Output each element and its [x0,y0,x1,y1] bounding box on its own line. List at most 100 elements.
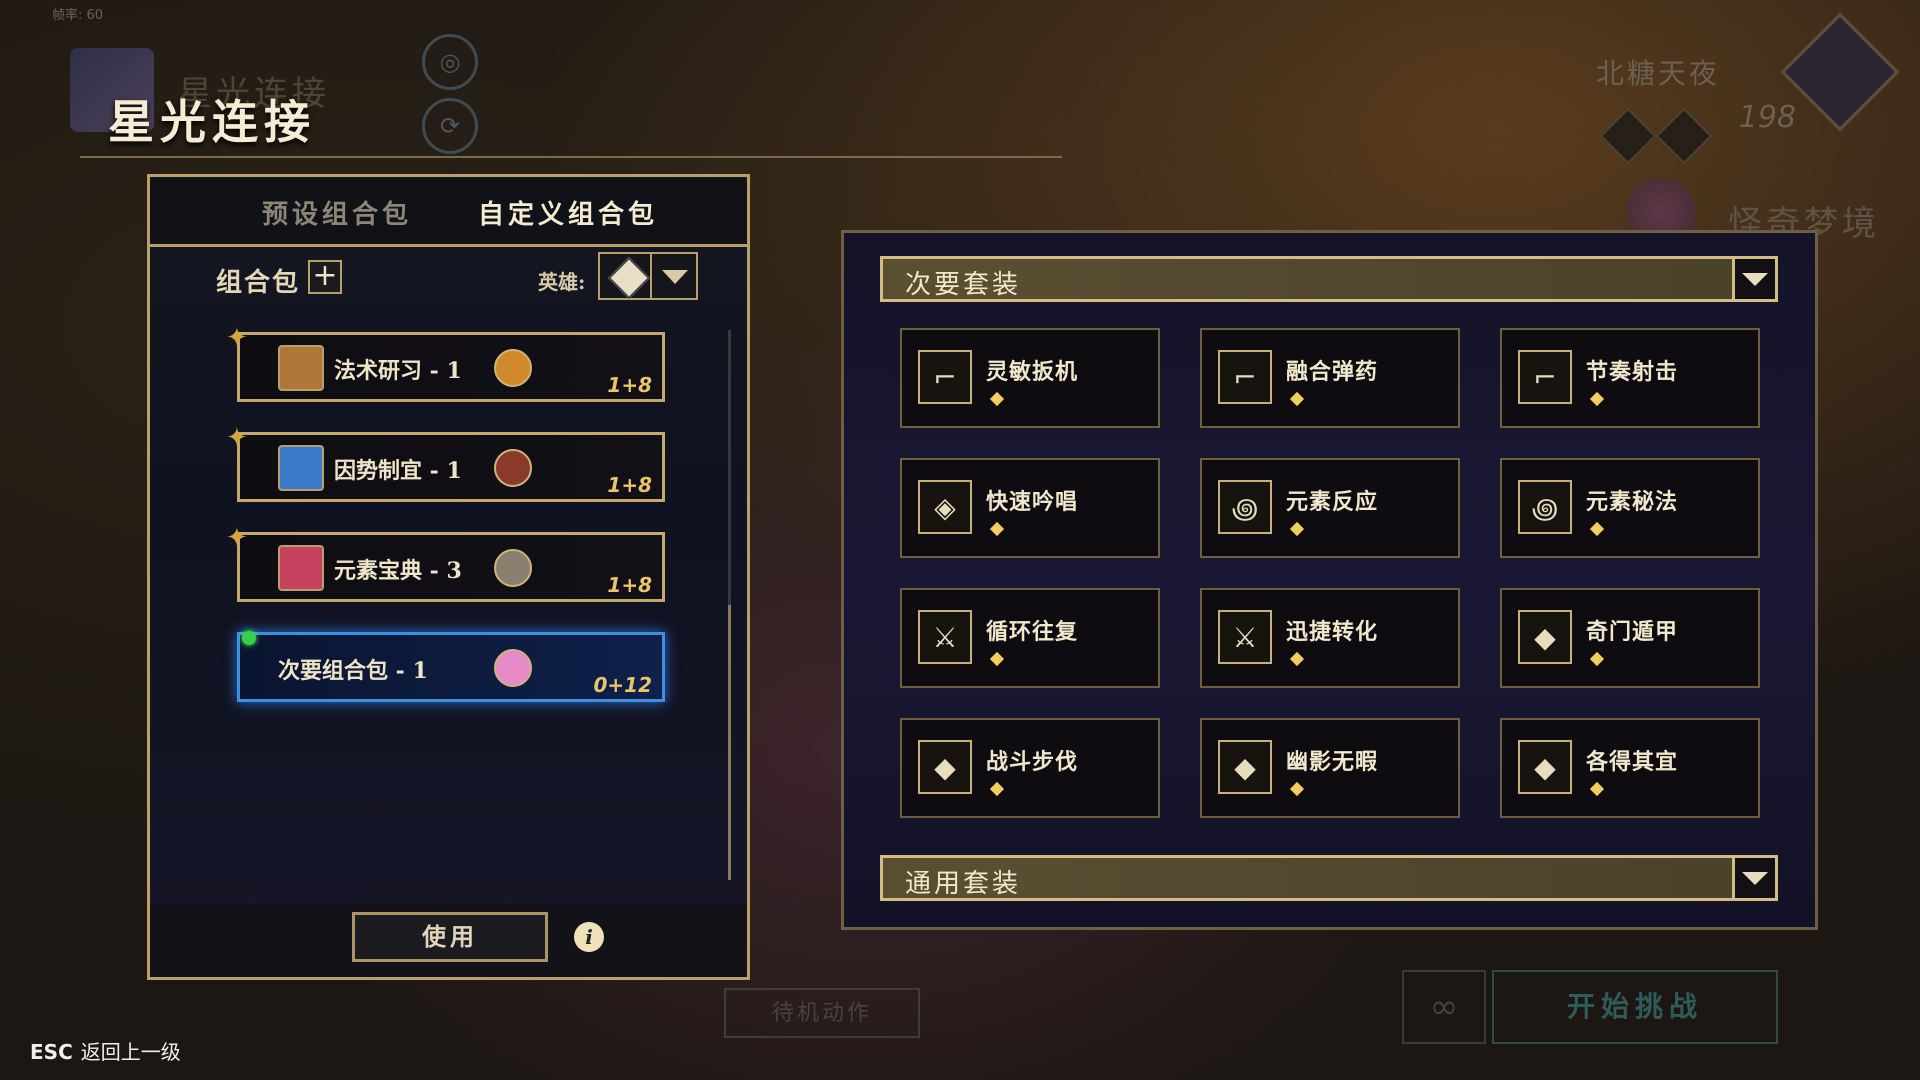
pack-count: 1+8 [607,373,652,397]
set-item[interactable]: ꩜ 元素反应 [1200,458,1460,558]
set-name: 循环往复 [986,619,1079,645]
dropdown-divider [650,254,652,298]
gem-icon [1289,781,1305,797]
diamond-icon: ◆ [918,740,972,794]
star-corner-icon: ✦ [226,423,248,453]
gem-icon [989,391,1005,407]
set-item[interactable]: ꩜ 元素秘法 [1500,458,1760,558]
set-item[interactable]: ◆ 幽影无暇 [1200,718,1460,818]
pack-image [278,445,324,491]
pack-name: 次要组合包 - 1 [278,658,428,684]
fps-counter: 帧率: 60 [52,8,104,23]
set-item[interactable]: ◈ 快速吟唱 [900,458,1160,558]
set-name: 幽影无暇 [1286,749,1379,775]
pack-name: 因势制宜 - 1 [334,458,462,484]
blade-icon: ⚔ [918,610,972,664]
swirl-icon: ꩜ [1218,480,1272,534]
pack-image [278,345,324,391]
chevron-down-icon[interactable] [1732,858,1775,898]
pack-name: 元素宝典 - 3 [334,558,462,584]
skill-icon [1655,107,1713,165]
hero-avatar [494,349,532,387]
pack-count: 1+8 [607,573,652,597]
set-name: 灵敏扳机 [986,359,1079,385]
info-icon[interactable]: i [574,922,604,952]
pack-image [278,545,324,591]
hero-level-bg: 198 [1738,100,1796,135]
gem-icon [989,651,1005,667]
hero-avatar [494,549,532,587]
pack-count: 1+8 [607,473,652,497]
gem-icon [1589,391,1605,407]
active-indicator [242,631,256,645]
set-item[interactable]: ⌐ 融合弹药 [1200,328,1460,428]
tab-preset-packs[interactable]: 预设组合包 [262,194,412,231]
hero-avatar [494,449,532,487]
gun-icon: ⌐ [1218,350,1272,404]
hero-filter-dropdown[interactable] [598,252,698,300]
refresh-icon[interactable]: ⟳ [422,98,478,154]
blade-icon: ⚔ [1218,610,1272,664]
set-item[interactable]: ⚔ 迅捷转化 [1200,588,1460,688]
set-item[interactable]: ⚔ 循环往复 [900,588,1160,688]
set-name: 节奏射击 [1586,359,1679,385]
tab-custom-packs[interactable]: 自定义组合包 [478,194,658,231]
section-secondary-sets[interactable]: 次要套装 [880,256,1778,302]
gem-icon [1289,651,1305,667]
gem-icon [1589,651,1605,667]
pack-count: 0+12 [593,673,652,697]
back-hint[interactable]: ESC 返回上一级 [30,1036,181,1065]
set-name: 各得其宜 [1586,749,1679,775]
set-item[interactable]: ⌐ 灵敏扳机 [900,328,1160,428]
add-pack-button[interactable]: + [308,260,342,294]
pack-item[interactable]: ✦ 元素宝典 - 3 1+8 [226,523,665,602]
gem-icon [1289,391,1305,407]
diamond-icon: ◆ [1518,740,1572,794]
pack-item[interactable]: ✦ 法术研习 - 1 1+8 [226,323,665,402]
set-name: 迅捷转化 [1286,619,1379,645]
star-corner-icon: ✦ [226,323,248,353]
back-label: 返回上一级 [80,1040,181,1064]
hero-avatar [494,649,532,687]
set-name: 融合弹药 [1286,359,1379,385]
star-corner-icon: ✦ [226,523,248,553]
combo-pack-label: 组合包 [216,268,301,298]
page-title: 星光连接 [108,95,316,149]
gem-icon [1289,521,1305,537]
diamond-icon: ◆ [1218,740,1272,794]
spiral-icon[interactable]: ◎ [422,34,478,90]
hero-filter-label: 英雄: [538,270,586,294]
chevron-down-icon [662,270,688,284]
pack-item-selected[interactable]: 次要组合包 - 1 0+12 [237,631,665,702]
section-label: 通用套装 [905,869,1022,899]
gun-icon: ⌐ [918,350,972,404]
scroll-thumb[interactable] [728,605,731,880]
gem-icon [1589,521,1605,537]
use-button[interactable]: 使用 [352,912,548,962]
hero-diamond-icon [607,256,651,300]
set-name: 奇门遁甲 [1586,619,1679,645]
set-item[interactable]: ◆ 各得其宜 [1500,718,1760,818]
set-item[interactable]: ◆ 奇门遁甲 [1500,588,1760,688]
hero-portrait-icon [1780,12,1900,132]
start-challenge-button[interactable]: 开始挑战 [1492,970,1778,1044]
set-name: 快速吟唱 [986,489,1079,515]
idle-action-button[interactable]: 待机动作 [724,988,920,1038]
set-name: 战斗步伐 [986,749,1079,775]
loop-icon[interactable]: ∞ [1402,970,1486,1044]
set-item[interactable]: ⌐ 节奏射击 [1500,328,1760,428]
hero-name-bg: 北糖天夜 [1595,57,1720,90]
gem-icon [1589,781,1605,797]
gun-icon: ⌐ [1518,350,1572,404]
set-item[interactable]: ◆ 战斗步伐 [900,718,1160,818]
gem-icon [989,781,1005,797]
chevron-down-icon[interactable] [1732,259,1775,299]
swirl-icon: ꩜ [1518,480,1572,534]
pack-item[interactable]: ✦ 因势制宜 - 1 1+8 [226,423,665,502]
title-divider [80,156,1062,158]
section-general-sets[interactable]: 通用套装 [880,855,1778,901]
section-label: 次要套装 [905,270,1022,300]
diamond-icon: ◆ [1518,610,1572,664]
esc-key-label: ESC [30,1040,73,1064]
pack-name: 法术研习 - 1 [334,358,462,384]
